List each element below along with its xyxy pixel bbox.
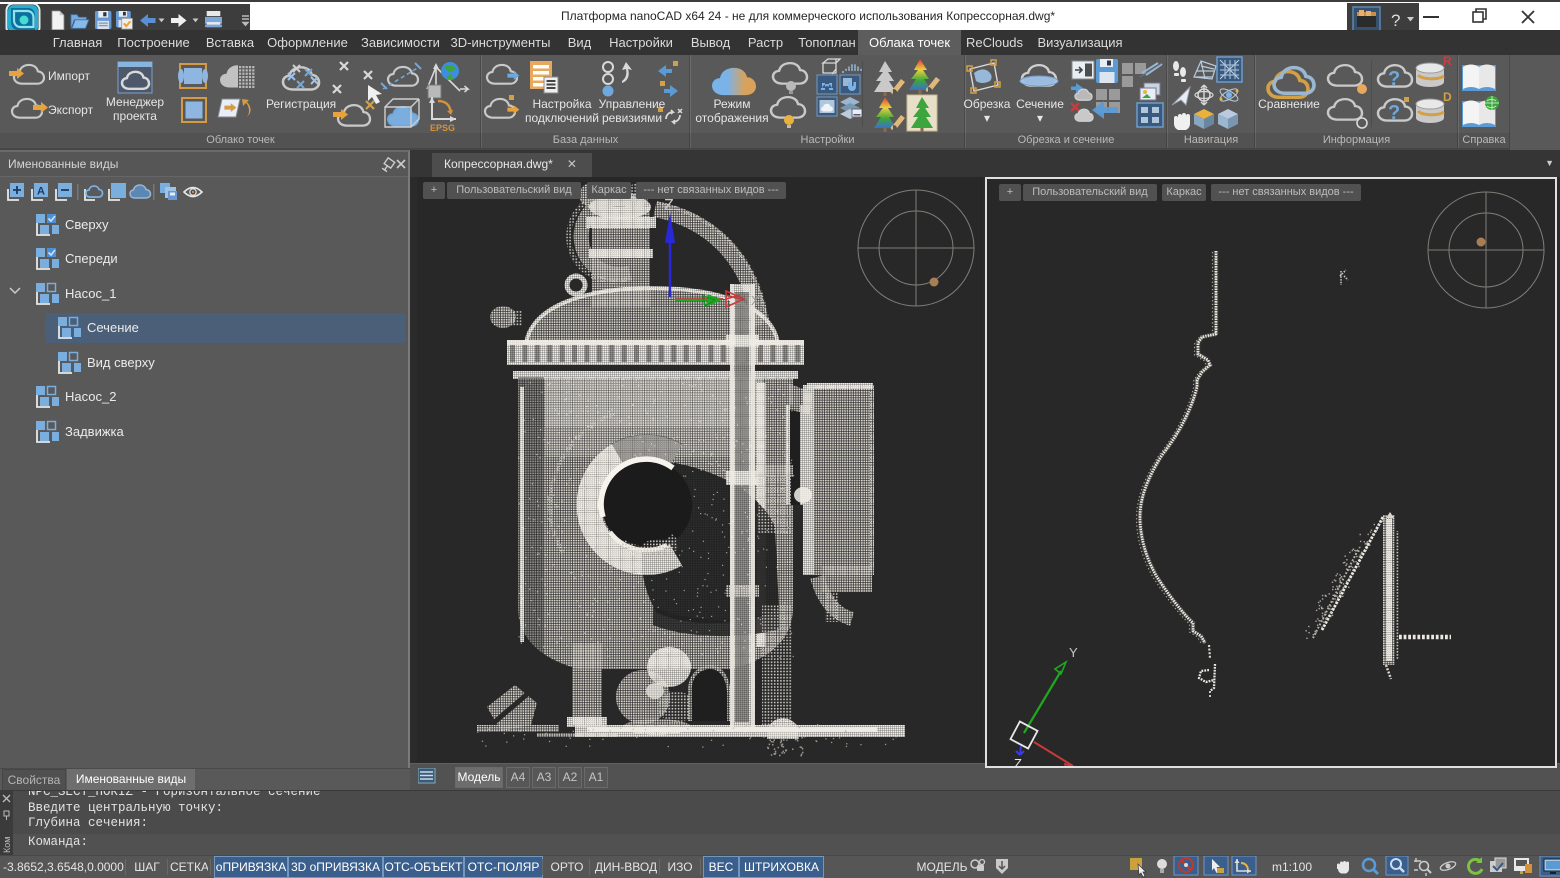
svg-text:A: A: [37, 186, 45, 198]
svg-text:Ком: Ком: [2, 837, 12, 853]
svg-text:R: R: [1443, 55, 1452, 68]
svg-text:?: ?: [1391, 11, 1400, 30]
svg-text:Z: Z: [664, 197, 674, 214]
svg-text:D: D: [1443, 90, 1452, 104]
svg-text:EPSG: EPSG: [430, 123, 455, 133]
svg-text:Z: Z: [1014, 756, 1022, 768]
svg-text:Y: Y: [1069, 645, 1078, 660]
svg-text:X: X: [751, 293, 760, 308]
svg-text:?: ?: [1388, 102, 1400, 124]
svg-text:?: ?: [1388, 68, 1400, 90]
